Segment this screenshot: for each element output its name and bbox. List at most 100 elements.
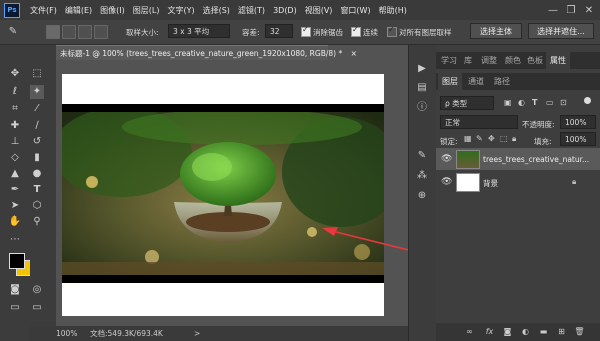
close-document-icon[interactable]: × <box>351 49 357 58</box>
menu-select[interactable]: 选择(S) <box>199 5 234 16</box>
camera-icon[interactable]: ◎ <box>30 283 44 297</box>
filter-smart-object-icon[interactable]: ⊡ <box>560 98 567 107</box>
lasso-icon[interactable]: ℓ <box>8 85 22 99</box>
foreground-color-swatch-top[interactable] <box>9 253 25 269</box>
menu-window[interactable]: 窗口(W) <box>336 5 374 16</box>
tab-adjustments[interactable]: 调整 <box>478 52 500 69</box>
move-icon[interactable]: ✥ <box>8 67 22 81</box>
quick-mask-icon[interactable]: ◙ <box>8 283 22 297</box>
layer-filter-dropdown[interactable]: ρ 类型 <box>440 96 494 110</box>
dodge-icon[interactable]: ● <box>30 167 44 181</box>
sample-all-checkbox[interactable] <box>387 25 397 37</box>
new-selection-icon[interactable] <box>46 25 60 39</box>
pen-icon[interactable]: ✒ <box>8 183 22 197</box>
subtract-selection-icon[interactable] <box>78 25 92 39</box>
info-panel-icon[interactable]: ⓘ <box>415 101 429 115</box>
zoom-level[interactable]: 100% <box>56 326 77 341</box>
contiguous-checkbox[interactable] <box>351 25 361 37</box>
history-brush-icon[interactable]: ↺ <box>30 135 44 149</box>
antialias-checkbox[interactable] <box>301 25 311 37</box>
layer-name[interactable]: 背景 <box>483 178 498 189</box>
menu-layer[interactable]: 图层(L) <box>129 5 164 16</box>
lock-all-icon[interactable]: 🔒︎ <box>512 134 516 144</box>
menu-image[interactable]: 图像(I) <box>96 5 129 16</box>
visibility-eye-icon[interactable]: 👁︎ <box>441 177 452 187</box>
new-group-icon[interactable]: ▬ <box>538 326 549 337</box>
tolerance-input[interactable]: 32 <box>265 24 293 38</box>
delete-layer-icon[interactable]: 🗑︎ <box>574 326 585 337</box>
new-layer-icon[interactable]: ⊞ <box>556 326 567 337</box>
minimize-button[interactable]: — <box>544 5 562 16</box>
brush-icon[interactable]: ∕ <box>30 119 44 133</box>
menu-help[interactable]: 帮助(H) <box>375 5 411 16</box>
document-canvas[interactable] <box>62 74 384 316</box>
lock-position-icon[interactable]: ✥ <box>488 134 495 143</box>
tab-libraries[interactable]: 库 <box>460 52 476 69</box>
tab-properties[interactable]: 属性 <box>546 52 570 69</box>
blur-icon[interactable]: ▲ <box>8 167 22 181</box>
filter-shape-icon[interactable]: ▭ <box>546 98 554 107</box>
hand-icon[interactable]: ✋ <box>8 215 22 229</box>
add-selection-icon[interactable] <box>62 25 76 39</box>
intersect-selection-icon[interactable] <box>94 25 108 39</box>
type-icon[interactable]: T <box>30 183 44 197</box>
select-subject-button[interactable]: 选择主体 <box>470 23 522 39</box>
tab-learn[interactable]: 学习 <box>438 52 460 69</box>
filter-type-icon[interactable]: T <box>532 98 537 107</box>
tab-channels[interactable]: 通道 <box>464 73 488 90</box>
filter-toggle-icon[interactable] <box>584 97 591 104</box>
filter-pixel-icon[interactable]: ▣ <box>504 98 512 107</box>
link-layers-icon[interactable]: ∞ <box>464 326 475 337</box>
tab-layers[interactable]: 图层 <box>438 73 462 90</box>
clone-source-icon[interactable]: ⊕ <box>415 189 429 203</box>
visibility-eye-icon[interactable]: 👁︎ <box>441 154 452 164</box>
lock-artboard-icon[interactable]: ⬚ <box>500 134 508 143</box>
menu-edit[interactable]: 编辑(E) <box>61 5 96 16</box>
eyedropper-icon[interactable]: ⁄ <box>30 102 44 116</box>
tab-color[interactable]: 颜色 <box>502 52 524 69</box>
layer-row-tree[interactable]: 👁︎ trees_trees_creative_natur... <box>436 148 600 170</box>
stamp-icon[interactable]: ⊥ <box>8 135 22 149</box>
adjustment-layer-icon[interactable]: ◐ <box>520 326 531 337</box>
frame-icon[interactable]: ▭ <box>30 301 44 315</box>
eraser-icon[interactable]: ◇ <box>8 151 22 165</box>
tab-swatches[interactable]: 色板 <box>524 52 546 69</box>
sample-size-dropdown[interactable]: 3 x 3 平均 <box>168 24 230 38</box>
shape-icon[interactable]: ⬡ <box>30 199 44 213</box>
zoom-icon[interactable]: ⚲ <box>30 215 44 229</box>
more-tools-icon[interactable]: ⋯ <box>8 233 22 247</box>
history-panel-icon[interactable]: ▶ <box>415 62 429 76</box>
brush-settings-icon[interactable]: ✎ <box>415 149 429 163</box>
lock-transparent-icon[interactable]: ▦ <box>464 134 472 143</box>
blend-mode-dropdown[interactable]: 正常 <box>440 115 518 129</box>
path-select-icon[interactable]: ➤ <box>8 199 22 213</box>
restore-button[interactable]: ❐ <box>562 5 580 16</box>
menu-file[interactable]: 文件(F) <box>26 5 61 16</box>
menu-filter[interactable]: 滤镜(T) <box>234 5 269 16</box>
gradient-icon[interactable]: ▮ <box>30 151 44 165</box>
menu-type[interactable]: 文字(Y) <box>163 5 198 16</box>
lock-pixels-icon[interactable]: ✎ <box>476 134 483 143</box>
status-menu-arrow[interactable]: > <box>194 326 200 341</box>
close-button[interactable]: ✕ <box>580 5 598 16</box>
screen-mode-icon[interactable]: ▭ <box>8 301 22 315</box>
healing-icon[interactable]: ✚ <box>8 119 22 133</box>
brushes-panel-icon[interactable]: ⁂ <box>415 169 429 183</box>
magic-wand-preset-icon[interactable]: ✎ <box>6 25 20 39</box>
layer-name[interactable]: trees_trees_creative_natur... <box>483 155 589 164</box>
properties-panel-icon[interactable]: ▤ <box>415 81 429 95</box>
select-and-mask-button[interactable]: 选择并遮住... <box>528 23 594 39</box>
document-tab[interactable]: 未标题-1 @ 100% (trees_trees_creative_natur… <box>56 45 357 60</box>
layer-row-background[interactable]: 👁︎ 背景 🔒︎ <box>436 171 600 193</box>
fill-input[interactable]: 100% <box>560 132 596 146</box>
add-mask-icon[interactable]: ◙ <box>502 326 513 337</box>
layer-style-icon[interactable]: fx <box>484 326 495 337</box>
crop-icon[interactable]: ⌗ <box>8 102 22 116</box>
tab-paths[interactable]: 路径 <box>490 73 514 90</box>
menu-view[interactable]: 视图(V) <box>301 5 337 16</box>
marquee-icon[interactable]: ⬚ <box>30 67 44 81</box>
opacity-input[interactable]: 100% <box>560 115 596 129</box>
filter-adjustment-icon[interactable]: ◐ <box>518 98 525 107</box>
magic-wand-icon[interactable]: ✦ <box>30 85 44 99</box>
menu-3d[interactable]: 3D(D) <box>269 6 301 15</box>
